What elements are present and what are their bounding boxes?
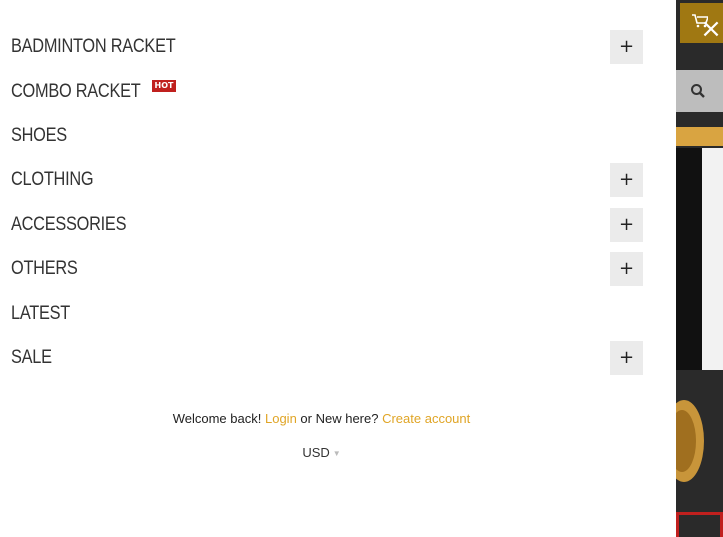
caret-down-icon: ▼ — [332, 449, 341, 459]
menu-item[interactable]: ACCESSORIES + — [0, 203, 676, 247]
menu-item-label[interactable]: ACCESSORIES — [11, 214, 126, 236]
new-here-text: or New here? — [300, 411, 379, 426]
red-frame — [676, 512, 723, 537]
menu-item-label[interactable]: LATEST — [11, 303, 70, 325]
menu-item-label[interactable]: SHOES — [11, 125, 67, 147]
expand-icon[interactable]: + — [610, 163, 643, 198]
menu-item[interactable]: SALE + — [0, 336, 676, 380]
menu-item[interactable]: BADMINTON RACKET + — [0, 25, 676, 69]
expand-icon[interactable]: + — [610, 340, 643, 375]
hot-badge: HOT — [151, 79, 177, 92]
expand-icon[interactable]: + — [610, 251, 643, 286]
menu-item-label[interactable]: OTHERS — [11, 258, 78, 280]
account-links: Welcome back! Login or New here? Create … — [0, 411, 643, 426]
expand-icon[interactable]: + — [610, 30, 643, 64]
menu-item-label[interactable]: COMBO RACKET — [11, 81, 141, 103]
menu-item[interactable]: OTHERS + — [0, 247, 676, 291]
menu-item[interactable]: CLOTHING + — [0, 158, 676, 202]
expand-icon[interactable]: + — [610, 207, 643, 242]
banner-image — [676, 148, 702, 370]
menu-item[interactable]: COMBO RACKET HOT — [0, 69, 676, 113]
search-icon — [691, 84, 705, 98]
menu-item[interactable]: LATEST — [0, 291, 676, 335]
create-account-link[interactable]: Create account — [382, 411, 470, 426]
promo-strip — [676, 127, 723, 146]
currency-value: USD — [302, 445, 330, 460]
menu-item-label[interactable]: SALE — [11, 347, 52, 369]
welcome-text: Welcome back! — [172, 411, 262, 426]
close-icon[interactable]: × — [699, 16, 723, 42]
menu-item[interactable]: SHOES — [0, 114, 676, 158]
currency-selector[interactable]: USD ▼ — [0, 445, 643, 460]
mobile-menu-drawer: BADMINTON RACKET + COMBO RACKET HOT SHOES CLO… — [0, 0, 676, 537]
menu-item-label[interactable]: CLOTHING — [11, 169, 94, 191]
login-link[interactable]: Login — [265, 411, 297, 426]
menu-item-label[interactable]: BADMINTON RACKET — [11, 36, 176, 58]
banner-border — [702, 148, 723, 370]
menu-list: BADMINTON RACKET + COMBO RACKET HOT SHOES CLO… — [0, 25, 676, 380]
